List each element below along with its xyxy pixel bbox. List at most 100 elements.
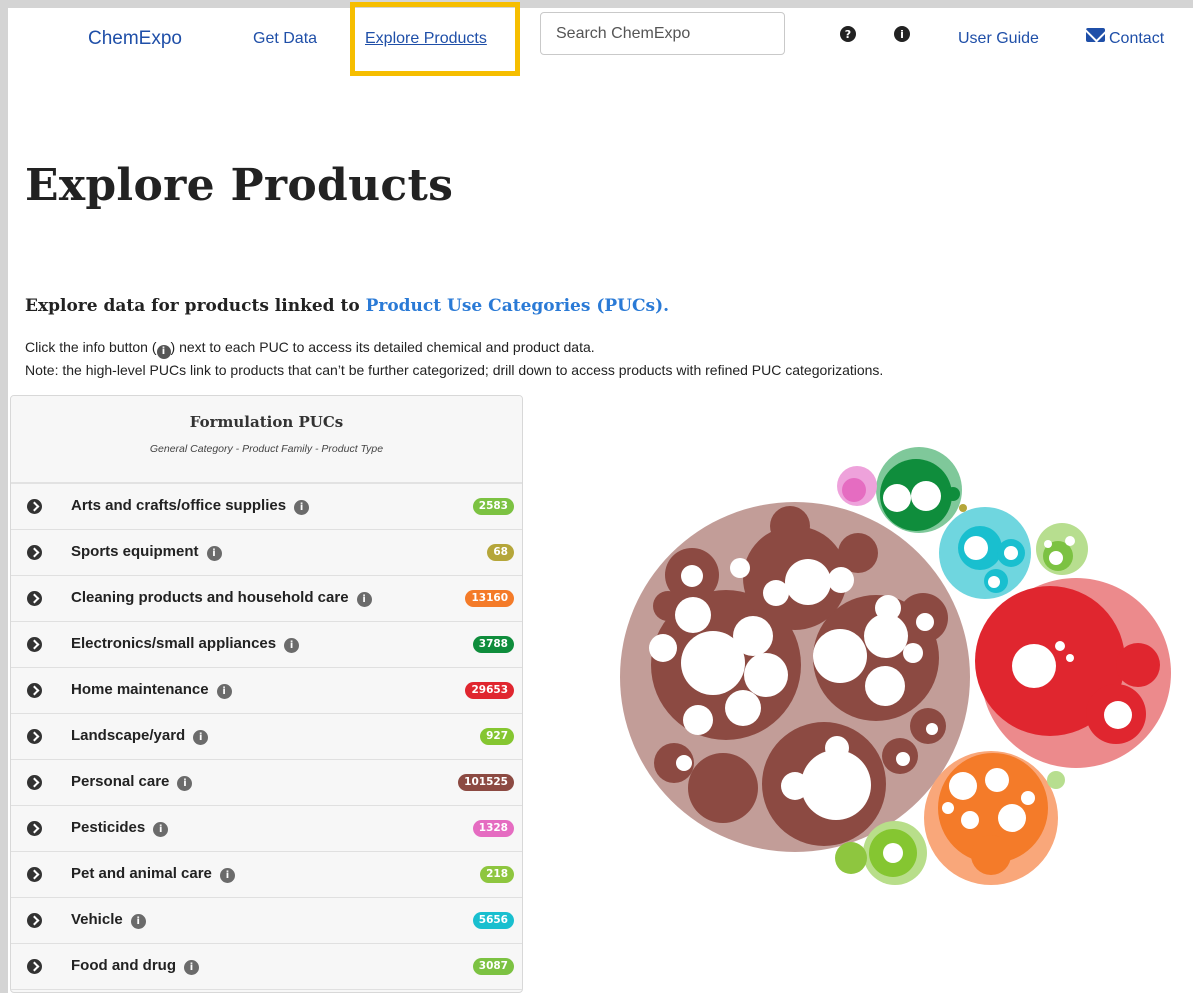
chevron-right-icon[interactable] bbox=[27, 913, 42, 928]
bubble[interactable] bbox=[838, 533, 878, 573]
bubble[interactable] bbox=[842, 478, 866, 502]
bubble[interactable] bbox=[1116, 643, 1160, 687]
bubble[interactable] bbox=[683, 705, 713, 735]
brand-link[interactable]: ChemExpo bbox=[88, 28, 182, 50]
chevron-right-icon[interactable] bbox=[27, 867, 42, 882]
bubble[interactable] bbox=[883, 843, 903, 863]
bubble[interactable] bbox=[1047, 771, 1065, 789]
bubble[interactable] bbox=[649, 634, 677, 662]
bubble[interactable] bbox=[942, 802, 954, 814]
bubble[interactable] bbox=[1055, 641, 1065, 651]
bubble[interactable] bbox=[903, 643, 923, 663]
puc-label: Electronics/small appliances i bbox=[71, 635, 300, 653]
info-icon[interactable]: i bbox=[183, 960, 199, 975]
puc-row[interactable]: Vehicle i 5656 bbox=[11, 898, 522, 944]
bubble[interactable] bbox=[971, 835, 1011, 875]
bubble[interactable] bbox=[964, 536, 988, 560]
bubble[interactable] bbox=[1021, 791, 1035, 805]
bubble[interactable] bbox=[1012, 644, 1056, 688]
get-data-link[interactable]: Get Data bbox=[253, 30, 317, 48]
chevron-right-icon[interactable] bbox=[27, 637, 42, 652]
puc-row[interactable]: Food and drug i 3087 bbox=[11, 944, 522, 990]
puc-row[interactable]: Personal care i 101525 bbox=[11, 760, 522, 806]
search-input[interactable] bbox=[540, 12, 785, 55]
puc-label-text: Pet and animal care bbox=[71, 865, 212, 882]
info-icon[interactable]: i bbox=[206, 546, 222, 561]
bubble[interactable] bbox=[865, 666, 905, 706]
puc-row[interactable]: Cleaning products and household care i 131… bbox=[11, 576, 522, 622]
puc-bubble-chart[interactable] bbox=[608, 438, 1178, 888]
bubble[interactable] bbox=[998, 804, 1026, 832]
info-icon[interactable]: i bbox=[153, 822, 169, 837]
puc-label-text: Home maintenance bbox=[71, 681, 209, 698]
info-icon[interactable]: i bbox=[177, 776, 193, 791]
bubble[interactable] bbox=[1065, 536, 1075, 546]
info-circle-icon[interactable]: i bbox=[894, 26, 910, 42]
puc-row[interactable]: Landscape/yard i 927 bbox=[11, 714, 522, 760]
chevron-right-icon[interactable] bbox=[27, 821, 42, 836]
bubble[interactable] bbox=[911, 481, 941, 511]
bubble[interactable] bbox=[733, 616, 773, 656]
chevron-right-icon[interactable] bbox=[27, 775, 42, 790]
bubble[interactable] bbox=[985, 768, 1009, 792]
question-circle-icon[interactable]: ? bbox=[840, 26, 856, 42]
bubble[interactable] bbox=[681, 565, 703, 587]
bubble[interactable] bbox=[770, 506, 810, 546]
bubble[interactable] bbox=[744, 653, 788, 697]
info-icon[interactable]: i bbox=[284, 638, 300, 653]
bubble[interactable] bbox=[946, 487, 960, 501]
bubble[interactable] bbox=[916, 613, 934, 631]
bubble[interactable] bbox=[875, 595, 901, 621]
info-icon[interactable]: i bbox=[294, 500, 310, 515]
chevron-right-icon[interactable] bbox=[27, 959, 42, 974]
bubble[interactable] bbox=[688, 753, 758, 823]
bubble[interactable] bbox=[1044, 540, 1052, 548]
info-note-start: Click the info button ( bbox=[25, 339, 157, 355]
puc-row[interactable]: Pesticides i 1328 bbox=[11, 806, 522, 852]
bubble[interactable] bbox=[730, 558, 750, 578]
bubble[interactable] bbox=[949, 772, 977, 800]
chevron-right-icon[interactable] bbox=[27, 729, 42, 744]
chevron-right-icon[interactable] bbox=[27, 545, 42, 560]
section-subhead: Explore data for products linked to Prod… bbox=[25, 296, 669, 316]
bubble[interactable] bbox=[1066, 654, 1074, 662]
puc-label-text: Landscape/yard bbox=[71, 727, 186, 744]
bubble[interactable] bbox=[1104, 701, 1132, 729]
explore-products-link[interactable]: Explore Products bbox=[365, 30, 487, 48]
bubble[interactable] bbox=[785, 559, 831, 605]
info-icon[interactable]: i bbox=[130, 914, 146, 929]
bubble[interactable] bbox=[828, 567, 854, 593]
bubble[interactable] bbox=[896, 752, 910, 766]
user-guide-link[interactable]: User Guide bbox=[958, 30, 1039, 48]
info-icon[interactable]: i bbox=[219, 868, 235, 883]
info-icon[interactable]: i bbox=[216, 684, 232, 699]
bubble[interactable] bbox=[1004, 546, 1018, 560]
bubble[interactable] bbox=[813, 629, 867, 683]
puc-row[interactable]: Home maintenance i 29653 bbox=[11, 668, 522, 714]
puc-row[interactable]: Arts and crafts/office supplies i 2583 bbox=[11, 484, 522, 530]
bubble[interactable] bbox=[926, 723, 938, 735]
envelope-icon[interactable] bbox=[1086, 28, 1105, 42]
puc-link[interactable]: Product Use Categories (PUCs). bbox=[366, 296, 669, 316]
bubble[interactable] bbox=[825, 736, 849, 760]
bubble[interactable] bbox=[801, 750, 871, 820]
bubble[interactable] bbox=[781, 772, 809, 800]
chevron-right-icon[interactable] bbox=[27, 591, 42, 606]
bubble[interactable] bbox=[725, 690, 761, 726]
bubble[interactable] bbox=[676, 755, 692, 771]
pet-care-bubble[interactable] bbox=[835, 842, 867, 874]
bubble[interactable] bbox=[883, 484, 911, 512]
contact-link[interactable]: Contact bbox=[1109, 30, 1164, 48]
sports-bubble[interactable] bbox=[959, 504, 967, 512]
chevron-right-icon[interactable] bbox=[27, 499, 42, 514]
puc-row[interactable]: Sports equipment i 68 bbox=[11, 530, 522, 576]
puc-row[interactable]: Electronics/small appliances i 3788 bbox=[11, 622, 522, 668]
info-icon[interactable]: i bbox=[193, 730, 209, 745]
info-icon[interactable]: i bbox=[356, 592, 372, 607]
chevron-right-icon[interactable] bbox=[27, 683, 42, 698]
bubble[interactable] bbox=[961, 811, 979, 829]
bubble[interactable] bbox=[988, 576, 1000, 588]
bubble[interactable] bbox=[1049, 551, 1063, 565]
puc-row[interactable]: Pet and animal care i 218 bbox=[11, 852, 522, 898]
bubble[interactable] bbox=[675, 597, 711, 633]
